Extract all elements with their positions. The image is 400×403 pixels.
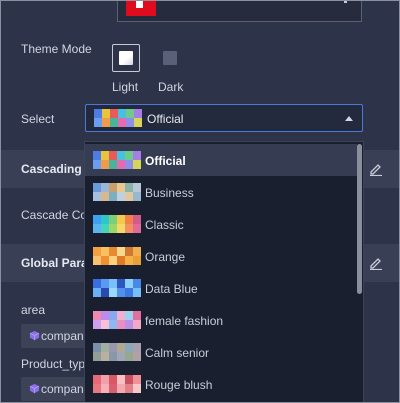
theme-light-label: Light bbox=[112, 80, 139, 94]
cube-icon bbox=[29, 330, 40, 341]
cascade-control-label: Cascade Co bbox=[21, 208, 88, 222]
light-theme-icon bbox=[119, 51, 133, 65]
dropdown-item-label: Rouge blush bbox=[145, 378, 213, 392]
dropdown-item-label: Orange bbox=[145, 250, 186, 264]
preview-dot bbox=[344, 0, 347, 3]
palette-swatch bbox=[93, 375, 141, 393]
dropdown-item-rouge-blush[interactable]: Rouge blush bbox=[85, 368, 357, 400]
cube-icon bbox=[29, 383, 40, 394]
selected-palette-swatch bbox=[94, 109, 142, 127]
palette-swatch bbox=[93, 343, 141, 361]
theme-dark-option[interactable] bbox=[163, 51, 177, 65]
palette-dropdown[interactable]: Official Business Classic Orange Data Bl… bbox=[84, 141, 364, 403]
dropdown-item-label: Official bbox=[145, 154, 186, 168]
dropdown-item-label: Classic bbox=[145, 218, 184, 232]
palette-select[interactable]: Official bbox=[85, 104, 363, 132]
dropdown-item-business[interactable]: Business bbox=[85, 176, 357, 208]
palette-swatch bbox=[93, 311, 141, 329]
preview-white-block bbox=[136, 0, 143, 8]
edit-icon[interactable] bbox=[369, 162, 383, 176]
param-area-chip-text: compan bbox=[41, 329, 84, 343]
theme-dark-label: Dark bbox=[158, 80, 184, 94]
dropdown-item-label: Business bbox=[145, 186, 194, 200]
select-label: Select bbox=[21, 112, 55, 126]
theme-light-option[interactable] bbox=[112, 44, 140, 72]
dropdown-item-female-fashion[interactable]: female fashion bbox=[85, 304, 357, 336]
param-product-type-chip-text: compan bbox=[41, 382, 84, 396]
palette-swatch bbox=[93, 215, 141, 233]
palette-swatch bbox=[93, 151, 141, 169]
chart-preview-strip bbox=[117, 0, 362, 22]
palette-swatch bbox=[93, 279, 141, 297]
edit-icon[interactable] bbox=[369, 256, 383, 270]
dropdown-item-label: female fashion bbox=[145, 314, 224, 328]
cascading-section-title: Cascading C bbox=[21, 162, 94, 176]
theme-mode-label: Theme Mode bbox=[21, 42, 92, 56]
dropdown-item-classic[interactable]: Classic bbox=[85, 208, 357, 240]
global-params-title: Global Para bbox=[21, 256, 88, 270]
dropdown-item-calm-senior[interactable]: Calm senior bbox=[85, 336, 357, 368]
palette-swatch bbox=[93, 183, 141, 201]
dropdown-scrollbar[interactable] bbox=[357, 144, 362, 294]
dropdown-item-label: Calm senior bbox=[145, 346, 210, 360]
palette-swatch bbox=[93, 247, 141, 265]
dropdown-item-official[interactable]: Official bbox=[85, 144, 357, 176]
caret-up-icon bbox=[345, 116, 353, 121]
param-product-type-label: Product_typ bbox=[21, 357, 86, 371]
select-value: Official bbox=[147, 112, 184, 126]
param-area-label: area bbox=[21, 303, 46, 317]
dropdown-item-data-blue[interactable]: Data Blue bbox=[85, 272, 357, 304]
dropdown-item-orange[interactable]: Orange bbox=[85, 240, 357, 272]
dropdown-item-label: Data Blue bbox=[145, 282, 198, 296]
